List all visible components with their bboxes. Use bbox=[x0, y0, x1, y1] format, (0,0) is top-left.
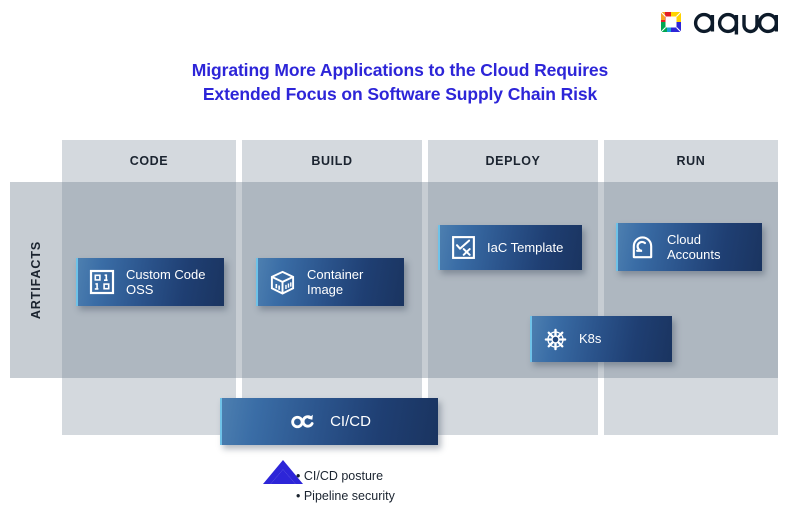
stage-header-build: BUILD bbox=[311, 154, 353, 168]
artifact-card-iac-template[interactable]: IaC Template bbox=[438, 225, 582, 270]
artifact-card-label-line-1: Custom Code bbox=[126, 266, 206, 282]
binary-code-icon bbox=[89, 269, 115, 295]
check-x-square-icon bbox=[451, 235, 476, 260]
pipeline-card-label: CI/CD bbox=[330, 412, 371, 430]
artifact-card-cloud-accounts[interactable]: Cloud Accounts bbox=[616, 223, 762, 271]
stage-header-deploy: DEPLOY bbox=[485, 154, 541, 168]
cloud-lock-icon bbox=[629, 234, 656, 261]
artifact-card-custom-code-oss[interactable]: Custom Code OSS bbox=[76, 258, 224, 306]
kubernetes-helm-icon bbox=[543, 327, 568, 352]
container-box-icon bbox=[269, 269, 296, 296]
page-title-line-1: Migrating More Applications to the Cloud… bbox=[191, 60, 609, 80]
artifact-card-label: Container Image bbox=[307, 267, 363, 298]
artifact-card-label-line-1: Container bbox=[307, 266, 364, 282]
aqua-logo-mark-icon bbox=[658, 9, 684, 35]
infographic-canvas: Migrating More Applications to the Cloud… bbox=[0, 0, 800, 514]
artifact-card-label-line-2: Accounts bbox=[667, 247, 721, 262]
artifact-card-label: Cloud Accounts bbox=[667, 232, 720, 263]
stage-header-code: CODE bbox=[129, 154, 169, 168]
artifact-card-k8s[interactable]: K8s bbox=[530, 316, 672, 362]
artifact-card-label: IaC Template bbox=[487, 239, 564, 255]
page-title: Migrating More Applications to the Cloud… bbox=[0, 58, 800, 106]
infinity-loop-icon bbox=[289, 410, 317, 434]
artifact-card-label-line-1: Cloud bbox=[667, 231, 701, 247]
artifacts-row-label-text: ARTIFACTS bbox=[29, 240, 43, 320]
page-title-line-2: Extended Focus on Software Supply Chain … bbox=[202, 84, 598, 104]
artifact-card-label: K8s bbox=[579, 331, 602, 347]
artifact-card-label: Custom Code OSS bbox=[126, 267, 205, 298]
pipeline-card-cicd[interactable]: CI/CD bbox=[220, 398, 438, 445]
stage-header-run: RUN bbox=[676, 154, 706, 168]
artifacts-row-label: ARTIFACTS bbox=[10, 182, 62, 378]
footnote-bullet-list: • CI/CD posture • Pipeline security bbox=[296, 466, 395, 506]
artifact-card-label-line-2: Image bbox=[307, 282, 344, 297]
artifact-card-label-line-2: OSS bbox=[126, 282, 154, 297]
footnote-bullet-item: • Pipeline security bbox=[296, 489, 395, 503]
footnote-bullet-item: • CI/CD posture bbox=[296, 469, 384, 483]
aqua-logo bbox=[658, 8, 779, 36]
aqua-wordmark bbox=[692, 8, 779, 36]
artifact-card-container-image[interactable]: Container Image bbox=[256, 258, 404, 306]
